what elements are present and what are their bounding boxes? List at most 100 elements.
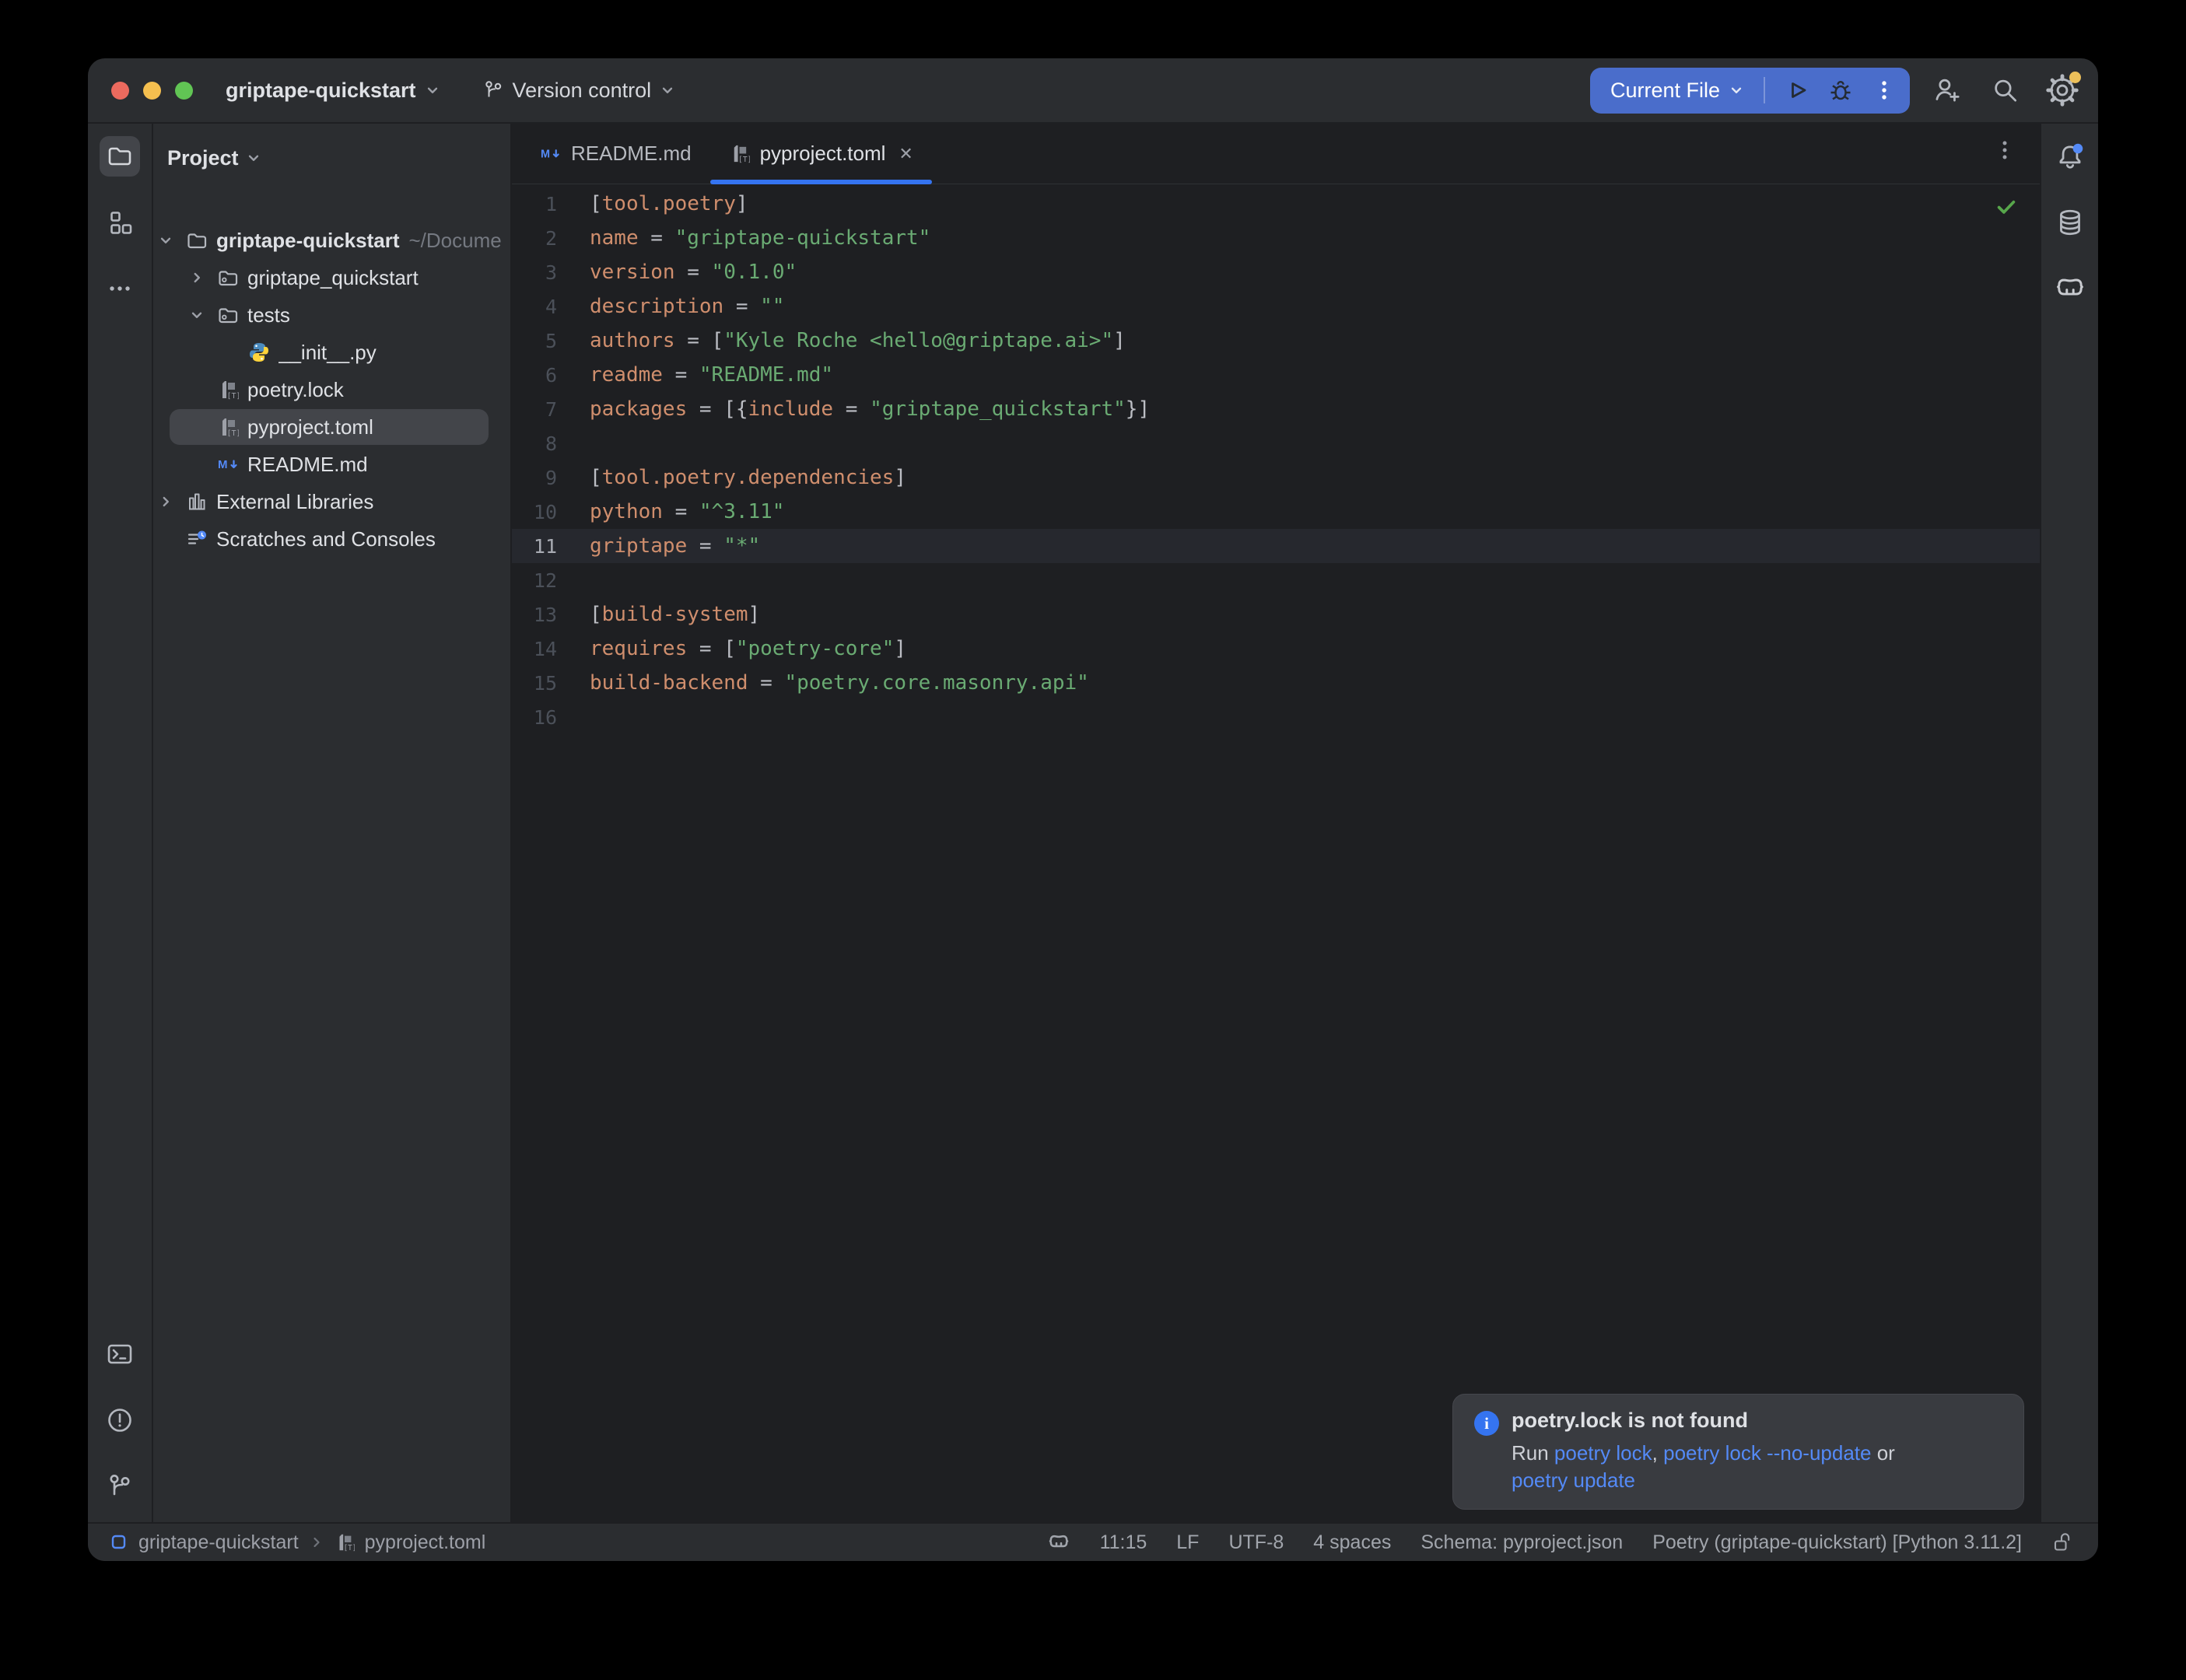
tab-pyproject-toml[interactable]: [T] pyproject.toml ✕: [710, 124, 932, 184]
tree-item-griptape-quickstart[interactable]: griptape-quickstart~/Docume: [153, 222, 510, 259]
database-tool-window-button[interactable]: [2050, 202, 2090, 243]
tree-item-griptape-quickstart[interactable]: griptape_quickstart: [153, 259, 510, 296]
line-content: griptape = "*": [557, 534, 760, 558]
version-control-tool-window-button[interactable]: [100, 1466, 140, 1507]
code-line-10: 10python = "^3.11": [512, 495, 2040, 529]
breadcrumb-file[interactable]: pyproject.toml: [365, 1531, 486, 1554]
schema-widget[interactable]: Schema: pyproject.json: [1421, 1531, 1623, 1554]
notification-text: ,: [1652, 1441, 1663, 1465]
chevron-down-icon[interactable]: [187, 306, 206, 324]
markdown-icon: M: [217, 453, 239, 475]
indent-widget[interactable]: 4 spaces: [1313, 1531, 1391, 1554]
tree-item-readme-md[interactable]: MREADME.md: [153, 446, 510, 483]
line-number: 8: [512, 432, 557, 455]
line-content: [tool.poetry]: [557, 192, 748, 215]
line-number: 12: [512, 569, 557, 592]
poetry-lock-no-update-link[interactable]: poetry lock --no-update: [1663, 1441, 1871, 1465]
notification-title: poetry.lock is not found: [1512, 1409, 2005, 1433]
vcs-widget-label: Version control: [513, 79, 652, 103]
close-window-button[interactable]: [111, 82, 129, 100]
run-button[interactable]: [1779, 72, 1815, 108]
more-tool-windows-button[interactable]: [100, 268, 140, 309]
code-line-9: 9[tool.poetry.dependencies]: [512, 460, 2040, 495]
code-line-3: 3version = "0.1.0": [512, 255, 2040, 289]
notifications-bell-icon[interactable]: [2050, 136, 2090, 177]
chevron-down-icon: [659, 82, 676, 99]
project-tool-window-button[interactable]: [100, 136, 140, 177]
line-number: 1: [512, 193, 557, 215]
tree-item--init-py[interactable]: __init__.py: [153, 334, 510, 371]
copilot-status-icon[interactable]: [1047, 1531, 1070, 1554]
line-content: requires = ["poetry-core"]: [557, 637, 906, 660]
line-content: python = "^3.11": [557, 500, 784, 523]
svg-text:M: M: [541, 148, 550, 160]
tree-item-poetry-lock[interactable]: [T]poetry.lock: [153, 371, 510, 408]
tab-readme[interactable]: M README.md: [521, 124, 710, 184]
project-panel-title: Project: [167, 146, 239, 170]
terminal-tool-window-button[interactable]: [100, 1334, 140, 1374]
code-line-12: 12: [512, 563, 2040, 597]
chevron-down-icon[interactable]: [156, 232, 175, 249]
line-content: packages = [{include = "griptape_quickst…: [557, 397, 1150, 421]
line-number: 11: [512, 535, 557, 558]
tree-item-pyproject-toml[interactable]: [T]pyproject.toml: [153, 408, 510, 446]
line-number: 4: [512, 296, 557, 318]
line-separator-widget[interactable]: LF: [1176, 1531, 1199, 1554]
right-tool-stripe: [2040, 124, 2098, 1522]
close-tab-icon[interactable]: ✕: [899, 144, 913, 164]
structure-tool-window-button[interactable]: [100, 202, 140, 243]
chevron-down-icon: [1728, 82, 1745, 99]
clock-widget[interactable]: 11:15: [1100, 1531, 1147, 1554]
code-line-8: 8: [512, 426, 2040, 460]
code-line-16: 16: [512, 700, 2040, 734]
tree-item-external-libraries[interactable]: External Libraries: [153, 483, 510, 520]
module-icon: [110, 1533, 128, 1552]
svg-text:[T]: [T]: [343, 1544, 354, 1552]
code-line-4: 4description = "": [512, 289, 2040, 324]
poetry-lock-link[interactable]: poetry lock: [1554, 1441, 1652, 1465]
tree-item-scratches-and-consoles[interactable]: Scratches and Consoles: [153, 520, 510, 558]
unlocked-padlock-icon[interactable]: [2051, 1531, 2075, 1554]
vcs-widget[interactable]: Version control: [472, 72, 686, 109]
code-with-me-button[interactable]: [1927, 70, 1967, 110]
project-switcher[interactable]: griptape-quickstart: [216, 72, 450, 109]
ide-window: griptape-quickstart Version control: [88, 58, 2098, 1561]
more-run-options-button[interactable]: [1866, 72, 1902, 108]
tab-options-kebab-icon[interactable]: [1989, 135, 2020, 166]
code-editor[interactable]: 1[tool.poetry] 2name = "griptape-quicksta…: [512, 184, 2040, 1522]
copilot-icon[interactable]: [2050, 268, 2090, 309]
chevron-right-icon[interactable]: [187, 269, 206, 286]
divider: [1764, 77, 1765, 103]
minimize-window-button[interactable]: [143, 82, 161, 100]
search-everywhere-button[interactable]: [1985, 70, 2025, 110]
project-panel-header[interactable]: Project: [153, 124, 510, 192]
breadcrumb-project[interactable]: griptape-quickstart: [138, 1531, 299, 1554]
run-config-label: Current File: [1610, 79, 1720, 103]
debug-button[interactable]: [1823, 72, 1858, 108]
line-content: description = "": [557, 295, 784, 318]
encoding-widget[interactable]: UTF-8: [1228, 1531, 1284, 1554]
inspection-ok-check-icon[interactable]: [1995, 195, 2018, 219]
chevron-right-icon[interactable]: [156, 493, 175, 510]
macos-traffic-lights: [111, 82, 193, 100]
run-configuration-widget[interactable]: Current File: [1590, 68, 1910, 114]
svg-text:[T]: [T]: [227, 429, 240, 438]
line-content: build-backend = "poetry.core.masonry.api…: [557, 671, 1089, 695]
line-number: 7: [512, 398, 557, 421]
status-bar: griptape-quickstart [T] pyproject.toml: [88, 1522, 2098, 1561]
line-number: 13: [512, 604, 557, 626]
line-content: readme = "README.md": [557, 363, 833, 387]
main-area: Project griptape-quickstart~/Documegript…: [88, 124, 2098, 1522]
code-line-2: 2name = "griptape-quickstart": [512, 221, 2040, 255]
line-number: 6: [512, 364, 557, 387]
package-icon: [217, 267, 239, 289]
tree-item-tests[interactable]: tests: [153, 296, 510, 334]
zoom-window-button[interactable]: [175, 82, 193, 100]
interpreter-widget[interactable]: Poetry (griptape-quickstart) [Python 3.1…: [1652, 1531, 2022, 1554]
code-line-5: 5authors = ["Kyle Roche <hello@griptape.…: [512, 324, 2040, 358]
poetry-update-link[interactable]: poetry update: [1512, 1468, 1635, 1492]
tree-item-path: ~/Docume: [409, 229, 502, 253]
settings-gear-icon[interactable]: [2042, 70, 2083, 110]
tab-label: pyproject.toml: [760, 142, 886, 166]
problems-tool-window-button[interactable]: [100, 1400, 140, 1440]
